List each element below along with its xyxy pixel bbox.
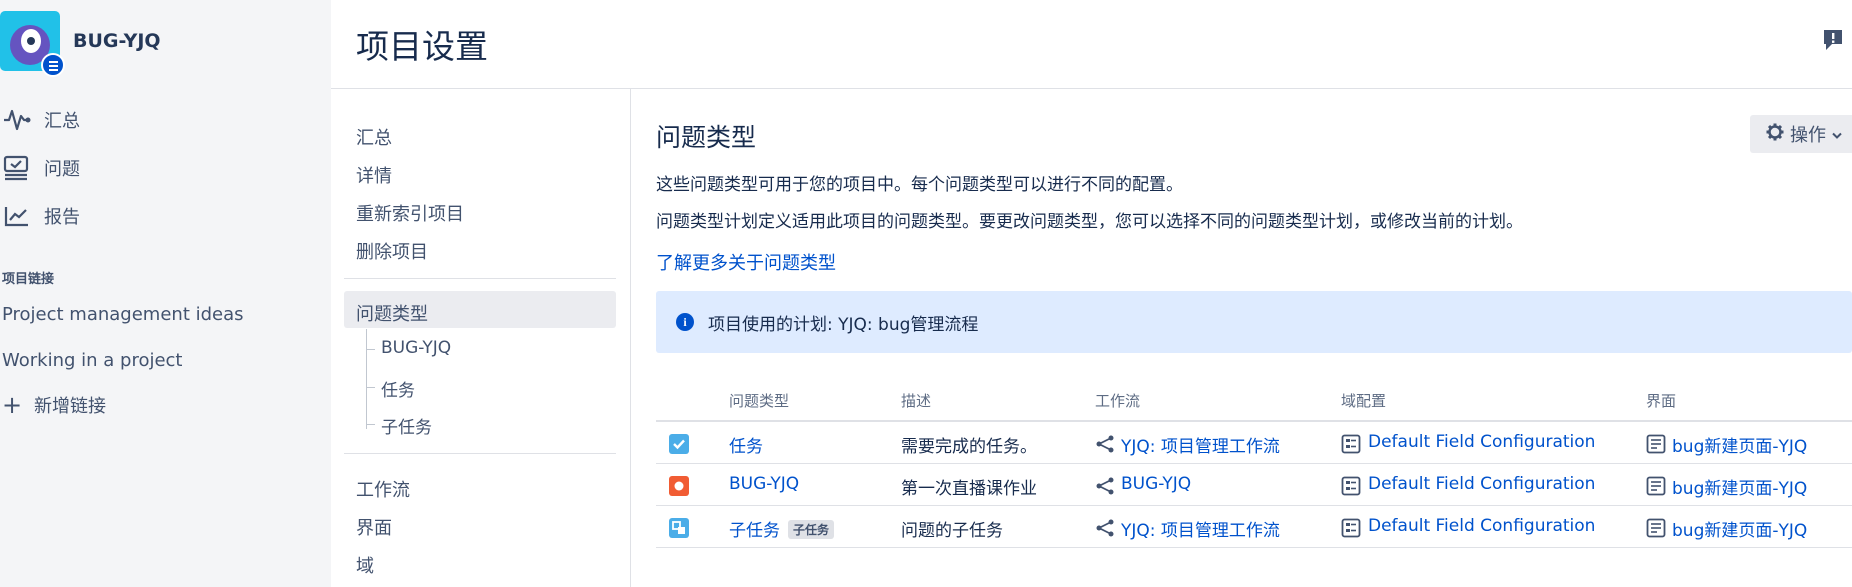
nav-divider (344, 453, 616, 454)
settings-nav-type-task[interactable]: 任务 (381, 376, 415, 401)
issue-type-link[interactable]: BUG-YJQ (729, 474, 799, 494)
subtask-lozenge: 子任务 (788, 520, 835, 539)
settings-nav-delete[interactable]: 删除项目 (356, 238, 428, 264)
table-row-rule (656, 505, 1852, 506)
add-link-button[interactable]: + 新增链接 (2, 392, 106, 418)
board-badge-icon (41, 53, 65, 77)
sidebar-item-issues[interactable]: 问题 (0, 148, 331, 188)
project-sidebar: BUG-YJQ 汇总 问题 报告 项目链接 Project management… (0, 0, 331, 587)
info-icon: i (676, 313, 694, 331)
project-header[interactable]: BUG-YJQ (0, 9, 161, 77)
activity-icon (2, 106, 32, 134)
settings-nav-fields[interactable]: 域 (356, 552, 374, 578)
workflow-link[interactable]: BUG-YJQ (1121, 474, 1191, 494)
scheme-description-text: 问题类型计划定义适用此项目的问题类型。要更改问题类型，您可以选择不同的问题类型计… (656, 212, 1523, 232)
issue-type-link[interactable]: 子任务 (729, 521, 780, 541)
field-configuration-icon (1341, 476, 1361, 496)
sidebar-item-label: 汇总 (44, 111, 80, 132)
add-link-label: 新增链接 (34, 396, 106, 417)
screen-link[interactable]: bug新建页面-YJQ (1672, 474, 1807, 499)
screen-link[interactable]: bug新建页面-YJQ (1672, 432, 1807, 457)
task-icon (669, 434, 689, 454)
project-name[interactable]: BUG-YJQ (73, 30, 161, 52)
settings-nav-reindex[interactable]: 重新索引项目 (356, 200, 464, 226)
settings-nav-screens[interactable]: 界面 (356, 514, 392, 540)
nav-tree-tick (366, 349, 375, 350)
gear-icon (1766, 123, 1784, 146)
feedback-icon[interactable] (1822, 28, 1844, 52)
screen-icon (1646, 434, 1666, 454)
workflow-icon (1095, 434, 1115, 454)
subtask-icon (669, 518, 689, 538)
sidebar-item-label: 报告 (44, 207, 80, 228)
screen-icon (1646, 476, 1666, 496)
nav-tree-tick (366, 387, 375, 388)
sidebar-item-reports[interactable]: 报告 (0, 196, 331, 236)
workflow-icon (1095, 518, 1115, 538)
nav-divider (344, 278, 616, 279)
table-row-rule (656, 463, 1852, 464)
screen-icon (1646, 518, 1666, 538)
settings-nav-type-bug[interactable]: BUG-YJQ (381, 338, 451, 358)
field-configuration-link[interactable]: Default Field Configuration (1368, 474, 1595, 494)
section-title: 问题类型 (656, 123, 757, 152)
nav-tree-line (366, 329, 367, 429)
workflow-icon (1095, 476, 1115, 496)
description-text: 这些问题类型可用于您的项目中。每个问题类型可以进行不同的配置。 (656, 175, 1183, 195)
settings-nav-issue-types[interactable]: 问题类型 (356, 300, 428, 326)
nav-tree-tick (366, 424, 375, 425)
scheme-info-text: 项目使用的计划: YJQ: bug管理流程 (708, 314, 979, 335)
table-header-rule (656, 420, 1852, 422)
column-header-description: 描述 (901, 392, 932, 410)
project-link[interactable]: Working in a project (2, 350, 183, 371)
nav-content-divider (630, 89, 631, 587)
project-links-heading: 项目链接 (2, 272, 55, 287)
column-header-type: 问题类型 (729, 392, 790, 410)
workflow-link[interactable]: YJQ: 项目管理工作流 (1121, 516, 1280, 541)
plus-icon: + (2, 391, 23, 419)
issues-icon (2, 154, 32, 182)
chevron-down-icon (1832, 124, 1842, 145)
workflow-link[interactable]: YJQ: 项目管理工作流 (1121, 432, 1280, 457)
bug-icon (669, 476, 689, 496)
issue-type-link[interactable]: 任务 (729, 432, 763, 457)
column-header-screen: 界面 (1646, 392, 1677, 410)
settings-nav-summary[interactable]: 汇总 (356, 124, 392, 150)
field-configuration-icon (1341, 434, 1361, 454)
settings-nav-workflows[interactable]: 工作流 (356, 476, 410, 502)
table-row-rule (656, 547, 1852, 548)
sidebar-item-label: 问题 (44, 159, 80, 180)
screen-link[interactable]: bug新建页面-YJQ (1672, 516, 1807, 541)
settings-nav: 汇总 详情 重新索引项目 删除项目 问题类型 BUG-YJQ 任务 子任务 工作… (331, 89, 630, 587)
project-avatar[interactable] (0, 11, 65, 77)
field-configuration-icon (1341, 518, 1361, 538)
actions-label: 操作 (1790, 125, 1826, 145)
column-header-workflow: 工作流 (1095, 392, 1141, 410)
field-configuration-link[interactable]: Default Field Configuration (1368, 516, 1595, 536)
sidebar-item-summary[interactable]: 汇总 (0, 100, 331, 140)
reports-icon (2, 202, 32, 230)
settings-nav-type-subtask[interactable]: 子任务 (381, 413, 432, 438)
issue-type-description: 问题的子任务 (901, 521, 1003, 541)
issue-type-cell: 子任务 子任务 (729, 516, 835, 541)
issue-type-description: 第一次直播课作业 (901, 479, 1037, 499)
field-configuration-link[interactable]: Default Field Configuration (1368, 432, 1595, 452)
scheme-info-banner: i 项目使用的计划: YJQ: bug管理流程 (656, 291, 1852, 353)
settings-nav-details[interactable]: 详情 (356, 162, 392, 188)
column-header-field-config: 域配置 (1341, 392, 1387, 410)
issue-type-description: 需要完成的任务。 (901, 437, 1037, 457)
project-link[interactable]: Project management ideas (2, 304, 244, 325)
learn-more-link[interactable]: 了解更多关于问题类型 (656, 249, 836, 275)
actions-button[interactable]: 操作 (1750, 115, 1852, 153)
page-title: 项目设置 (356, 27, 488, 66)
